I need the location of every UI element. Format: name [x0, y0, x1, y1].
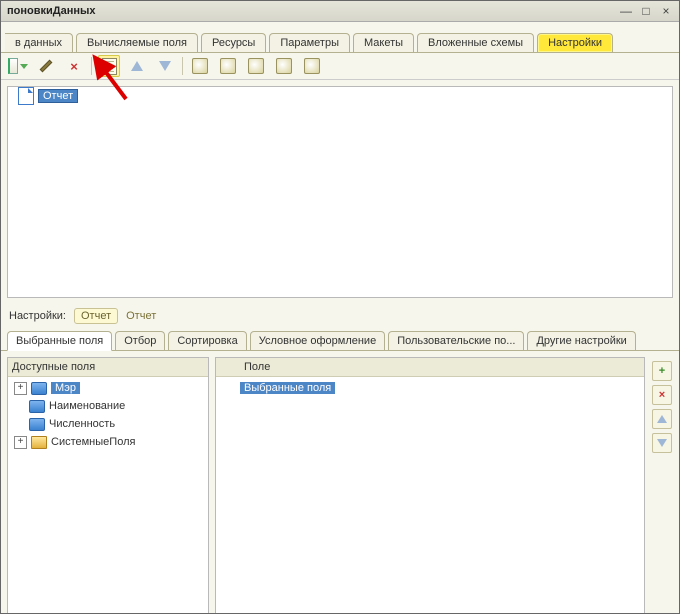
- minimize-button[interactable]: —: [619, 4, 633, 18]
- arrow-up-icon: [131, 61, 143, 71]
- ltab-filter[interactable]: Отбор: [115, 331, 165, 350]
- split-panes: Доступные поля + Мэр Наименование Числен…: [1, 351, 679, 614]
- tab-layouts[interactable]: Макеты: [353, 33, 414, 52]
- selected-fields-body[interactable]: Выбранные поля: [216, 377, 644, 614]
- misc-icon-5: [304, 58, 320, 74]
- dropdown-icon: [20, 64, 28, 69]
- ltab-selected-fields[interactable]: Выбранные поля: [7, 331, 112, 351]
- misc-icon-2: [220, 58, 236, 74]
- app-window: поновкиДанных — □ × в данных Вычисляемые…: [0, 0, 680, 614]
- selected-fields-root-label: Выбранные поля: [240, 382, 335, 394]
- page-icon: [102, 58, 117, 75]
- tool-d-button[interactable]: [273, 55, 295, 77]
- settings-caption: Настройки:: [9, 310, 66, 322]
- report-icon: [18, 87, 34, 105]
- remove-field-button[interactable]: ×: [652, 385, 672, 405]
- top-tabstrip: в данных Вычисляемые поля Ресурсы Параме…: [1, 22, 679, 53]
- misc-icon-3: [248, 58, 264, 74]
- move-up-button[interactable]: [126, 55, 148, 77]
- misc-icon-4: [276, 58, 292, 74]
- move-field-up-button[interactable]: [652, 409, 672, 429]
- pencil-icon: [40, 60, 53, 73]
- field-type-icon: [29, 400, 45, 413]
- field-label: Наименование: [49, 400, 125, 412]
- tree-row-report[interactable]: Отчет: [8, 87, 672, 105]
- ltab-other[interactable]: Другие настройки: [527, 331, 635, 350]
- toolbar-separator: [91, 57, 92, 75]
- side-buttons: + ×: [651, 357, 673, 614]
- field-row-count[interactable]: Численность: [10, 415, 206, 433]
- selected-fields-pane: Поле Выбранные поля: [215, 357, 645, 614]
- selected-fields-root[interactable]: Выбранные поля: [218, 379, 642, 397]
- field-type-icon: [29, 418, 45, 431]
- tool-a-button[interactable]: [189, 55, 211, 77]
- misc-icon-1: [192, 58, 208, 74]
- move-field-down-button[interactable]: [652, 433, 672, 453]
- tab-settings[interactable]: Настройки: [537, 33, 613, 52]
- folder-icon: [31, 436, 47, 449]
- tab-nested[interactable]: Вложенные схемы: [417, 33, 534, 52]
- field-row-mayor[interactable]: + Мэр: [10, 379, 206, 397]
- properties-button[interactable]: [98, 55, 120, 77]
- edit-button[interactable]: [35, 55, 57, 77]
- expand-icon[interactable]: +: [14, 436, 27, 449]
- close-button[interactable]: ×: [659, 4, 673, 18]
- tool-e-button[interactable]: [301, 55, 323, 77]
- x-icon: ×: [70, 59, 78, 74]
- selected-fields-header: Поле: [216, 358, 644, 377]
- titlebar: поновкиДанных — □ ×: [1, 1, 679, 22]
- triangle-up-icon: [657, 415, 667, 423]
- breadcrumb-1[interactable]: Отчет: [74, 308, 118, 324]
- available-fields-pane: Доступные поля + Мэр Наименование Числен…: [7, 357, 209, 614]
- tool-b-button[interactable]: [217, 55, 239, 77]
- field-label: Численность: [49, 418, 115, 430]
- field-label: Мэр: [51, 382, 80, 394]
- arrow-down-icon: [159, 61, 171, 71]
- structure-tree-pane[interactable]: Отчет: [7, 86, 673, 298]
- move-down-button[interactable]: [154, 55, 176, 77]
- field-row-name[interactable]: Наименование: [10, 397, 206, 415]
- selected-fields-header-label: Поле: [244, 361, 640, 373]
- breadcrumb-2: Отчет: [126, 310, 156, 322]
- field-row-system[interactable]: + СистемныеПоля: [10, 433, 206, 451]
- newdoc-icon: [8, 58, 18, 74]
- tab-calc-fields[interactable]: Вычисляемые поля: [76, 33, 198, 52]
- triangle-down-icon: [657, 439, 667, 447]
- field-label: СистемныеПоля: [51, 436, 135, 448]
- tree-row-label: Отчет: [38, 89, 78, 103]
- ltab-conditional[interactable]: Условное оформление: [250, 331, 385, 350]
- tool-c-button[interactable]: [245, 55, 267, 77]
- add-field-button[interactable]: +: [652, 361, 672, 381]
- toolbar-separator-2: [182, 57, 183, 75]
- available-fields-body[interactable]: + Мэр Наименование Численность +: [8, 377, 208, 614]
- window-buttons: — □ ×: [619, 4, 673, 18]
- maximize-button[interactable]: □: [639, 4, 653, 18]
- delete-button[interactable]: ×: [63, 55, 85, 77]
- tab-parameters[interactable]: Параметры: [269, 33, 350, 52]
- available-fields-header: Доступные поля: [8, 358, 208, 377]
- expand-icon[interactable]: +: [14, 382, 27, 395]
- window-title: поновкиДанных: [7, 5, 619, 17]
- toolbar: ×: [1, 53, 679, 80]
- field-type-icon: [31, 382, 47, 395]
- settings-breadcrumb: Настройки: Отчет Отчет: [1, 304, 679, 328]
- tab-data[interactable]: в данных: [5, 33, 73, 52]
- ltab-user[interactable]: Пользовательские по...: [388, 331, 524, 350]
- new-report-button[interactable]: [7, 55, 29, 77]
- tab-resources[interactable]: Ресурсы: [201, 33, 266, 52]
- ltab-sort[interactable]: Сортировка: [168, 331, 246, 350]
- available-fields-header-label: Доступные поля: [12, 361, 204, 373]
- settings-tabstrip: Выбранные поля Отбор Сортировка Условное…: [1, 328, 679, 351]
